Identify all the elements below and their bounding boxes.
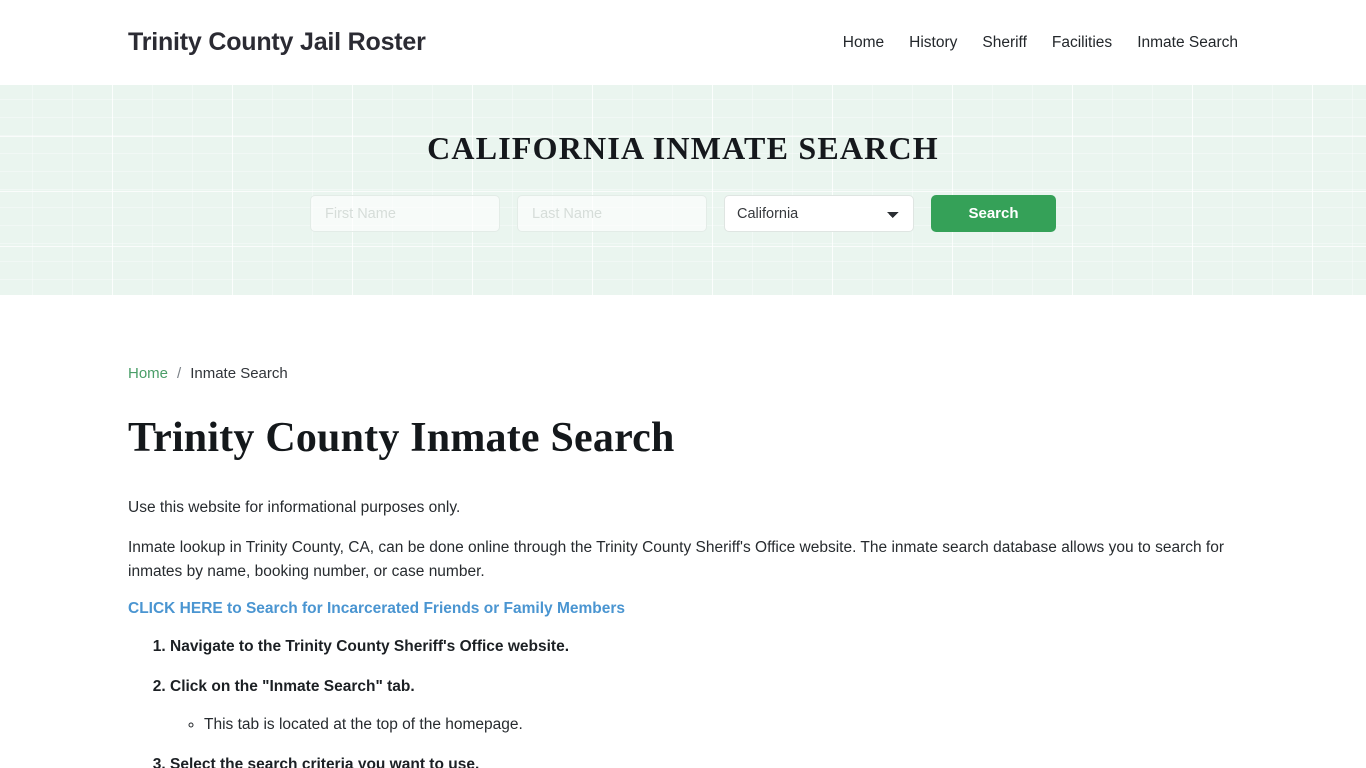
nav-item-sheriff[interactable]: Sheriff — [982, 34, 1027, 52]
breadcrumb-item-home[interactable]: Home — [128, 365, 168, 382]
substeps-list: This tab is located at the top of the ho… — [170, 714, 1238, 736]
inmate-search-cta-link[interactable]: CLICK HERE to Search for Incarcerated Fr… — [128, 600, 625, 618]
description-paragraph: Inmate lookup in Trinity County, CA, can… — [128, 539, 1225, 580]
substep-item: This tab is located at the top of the ho… — [204, 714, 1238, 736]
hero-title: CALIFORNIA INMATE SEARCH — [427, 130, 939, 166]
step-item: Select the search criteria you want to u… — [170, 754, 1238, 768]
step-text: Click on the "Inmate Search" tab. — [170, 678, 415, 695]
step-text: Select the search criteria you want to u… — [170, 756, 480, 768]
site-header: Trinity County Jail Roster Home History … — [0, 0, 1366, 85]
first-name-input[interactable] — [310, 195, 500, 232]
steps-list: Navigate to the Trinity County Sheriff's… — [128, 636, 1238, 768]
main-navigation: Home History Sheriff Facilities Inmate S… — [843, 34, 1238, 52]
page-title: Trinity County Inmate Search — [128, 415, 675, 461]
breadcrumb-separator: / — [177, 365, 182, 382]
step-item: Navigate to the Trinity County Sheriff's… — [170, 636, 1238, 658]
last-name-input[interactable] — [517, 195, 707, 232]
inmate-search-form: California Search — [310, 195, 1056, 232]
hero-search-banner: CALIFORNIA INMATE SEARCH California Sear… — [0, 85, 1366, 295]
breadcrumb: Home / Inmate Search — [128, 365, 1238, 382]
main-content: Home / Inmate Search Trinity County Inma… — [0, 365, 1366, 768]
breadcrumb-item-current: Inmate Search — [190, 365, 288, 382]
site-logo[interactable]: Trinity County Jail Roster — [128, 28, 426, 57]
step-item: Click on the "Inmate Search" tab. This t… — [170, 676, 1238, 736]
nav-item-home[interactable]: Home — [843, 34, 884, 52]
state-select[interactable]: California — [724, 195, 914, 232]
intro-paragraph: Use this website for informational purpo… — [128, 499, 461, 516]
nav-item-facilities[interactable]: Facilities — [1052, 34, 1112, 52]
nav-item-inmate-search[interactable]: Inmate Search — [1137, 34, 1238, 52]
step-text: Navigate to the Trinity County Sheriff's… — [170, 638, 570, 655]
search-button[interactable]: Search — [931, 195, 1056, 232]
nav-item-history[interactable]: History — [909, 34, 957, 52]
